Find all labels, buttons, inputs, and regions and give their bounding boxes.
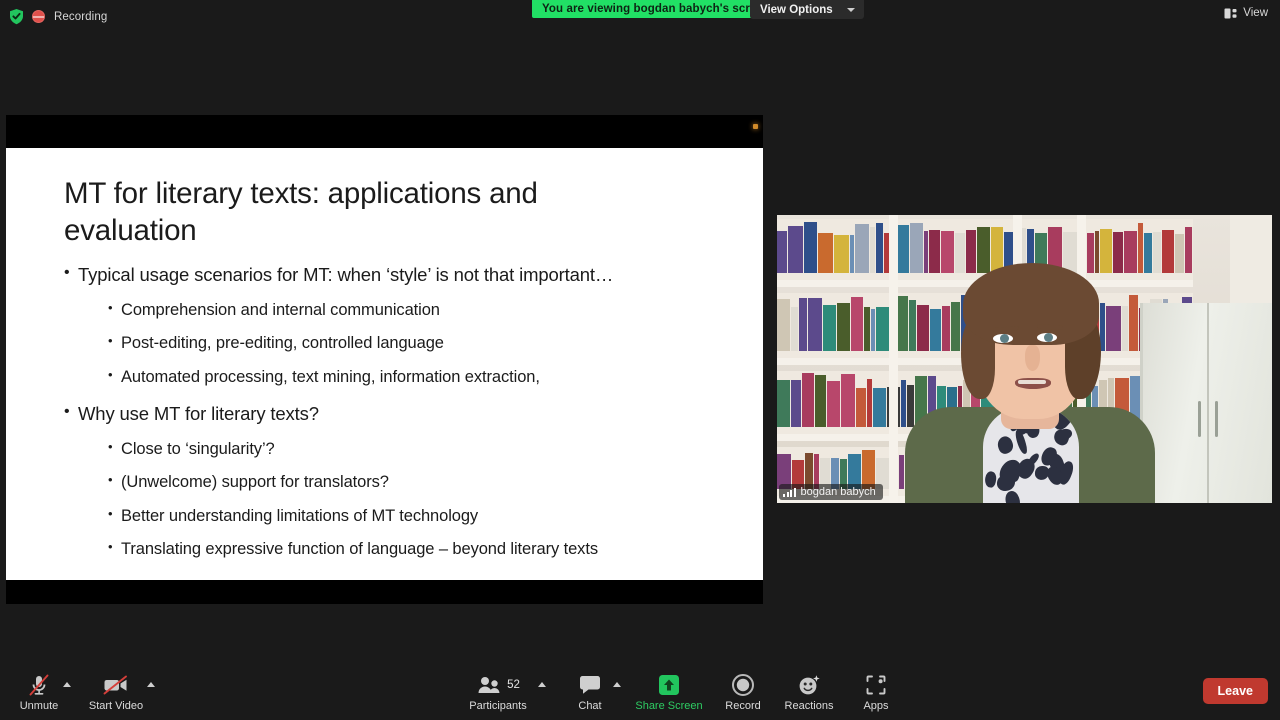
bullet-level1: Why use MT for literary texts? bbox=[64, 405, 724, 424]
reactions-button[interactable]: Reactions bbox=[772, 671, 846, 719]
smiley-sparkle-icon bbox=[797, 671, 821, 699]
participants-button[interactable]: 52 Participants bbox=[461, 671, 535, 719]
view-layout-button[interactable]: View bbox=[1224, 7, 1268, 19]
view-button-label: View bbox=[1243, 7, 1268, 19]
participant-figure bbox=[905, 265, 1155, 503]
participant-name-badge: bogdan babych bbox=[779, 484, 883, 500]
bullet-level2: Post-editing, pre-editing, controlled la… bbox=[64, 335, 724, 352]
viewing-screen-banner: You are viewing bogdan babych's screen bbox=[532, 0, 780, 18]
chat-bubble-icon bbox=[578, 671, 602, 699]
bullet-level2: (Unwelcome) support for translators? bbox=[64, 474, 724, 491]
bullet-level2: Better understanding limitations of MT t… bbox=[64, 508, 724, 525]
audio-options-caret[interactable] bbox=[63, 682, 71, 687]
apps-brackets-icon bbox=[864, 671, 888, 699]
layout-view-icon bbox=[1224, 8, 1237, 19]
participant-name-label: bogdan babych bbox=[801, 486, 876, 498]
participants-count: 52 bbox=[507, 679, 520, 691]
participants-label: Participants bbox=[469, 700, 526, 712]
video-options-caret[interactable] bbox=[147, 682, 155, 687]
camera-off-icon bbox=[101, 671, 131, 699]
start-video-label: Start Video bbox=[89, 700, 143, 712]
cabinet-graphic bbox=[1140, 303, 1272, 503]
chevron-down-icon bbox=[847, 8, 855, 12]
slide-bullet-list: Typical usage scenarios for MT: when ‘st… bbox=[64, 266, 724, 558]
bullet-level2: Close to ‘singularity’? bbox=[64, 441, 724, 458]
bullet-level1: Typical usage scenarios for MT: when ‘st… bbox=[64, 266, 724, 285]
view-options-button[interactable]: View Options bbox=[750, 0, 864, 19]
recording-label: Recording bbox=[54, 11, 107, 23]
chat-label: Chat bbox=[578, 700, 601, 712]
signal-bars-icon bbox=[783, 487, 796, 497]
shield-check-icon[interactable] bbox=[8, 8, 25, 25]
top-bar: Recording You are viewing bogdan babych'… bbox=[0, 0, 1280, 32]
presentation-slide: MT for literary texts: applications and … bbox=[6, 148, 763, 580]
record-button[interactable]: Record bbox=[706, 671, 780, 719]
leave-button[interactable]: Leave bbox=[1203, 678, 1268, 704]
record-circle-icon bbox=[731, 671, 755, 699]
unmute-button[interactable]: Unmute bbox=[2, 671, 76, 719]
viewing-screen-text: You are viewing bogdan babych's screen bbox=[542, 3, 770, 15]
participant-video-tile[interactable]: bogdan babych bbox=[777, 215, 1272, 503]
share-screen-up-arrow-icon bbox=[657, 671, 681, 699]
slide-title: MT for literary texts: applications and … bbox=[64, 175, 664, 249]
record-label: Record bbox=[725, 700, 760, 712]
bullet-level2: Automated processing, text mining, infor… bbox=[64, 369, 724, 386]
unmute-label: Unmute bbox=[20, 700, 59, 712]
bullet-level2: Comprehension and internal communication bbox=[64, 302, 724, 319]
share-screen-label: Share Screen bbox=[635, 700, 702, 712]
recording-icon bbox=[32, 10, 45, 23]
apps-label: Apps bbox=[863, 700, 888, 712]
chat-button[interactable]: Chat bbox=[553, 671, 627, 719]
start-video-button[interactable]: Start Video bbox=[79, 671, 153, 719]
meeting-toolbar: Unmute Start Video 52 Participants bbox=[0, 668, 1280, 720]
participants-icon: 52 bbox=[476, 671, 520, 699]
view-options-label: View Options bbox=[760, 4, 833, 16]
apps-button[interactable]: Apps bbox=[839, 671, 913, 719]
shared-screen-region[interactable]: MT for literary texts: applications and … bbox=[6, 115, 763, 604]
participants-options-caret[interactable] bbox=[538, 682, 546, 687]
share-screen-button[interactable]: Share Screen bbox=[631, 671, 707, 719]
share-indicator-dot bbox=[753, 124, 758, 129]
bullet-level2: Translating expressive function of langu… bbox=[64, 541, 724, 558]
microphone-muted-icon bbox=[26, 671, 52, 699]
chat-options-caret[interactable] bbox=[613, 682, 621, 687]
reactions-label: Reactions bbox=[785, 700, 834, 712]
meeting-status-group: Recording bbox=[8, 8, 107, 25]
